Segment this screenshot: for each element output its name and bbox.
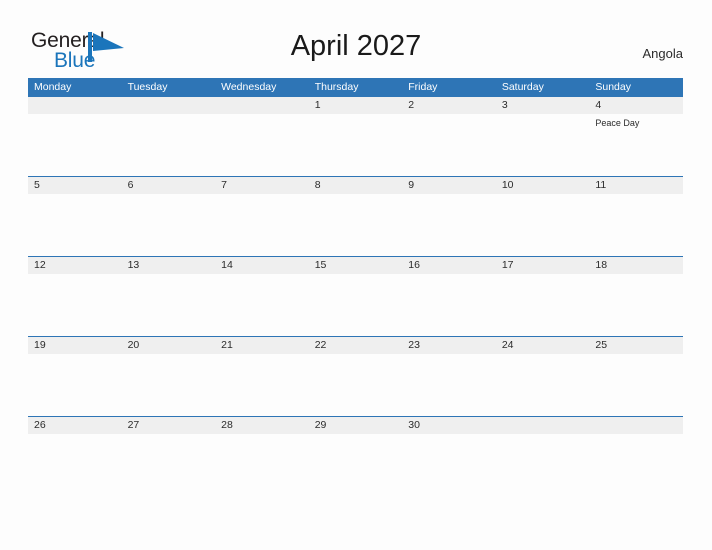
date-number[interactable]: 20 xyxy=(122,337,216,354)
day-cell[interactable] xyxy=(496,194,590,256)
week-event-band xyxy=(28,274,683,336)
page-header: General Blue April 2027 Angola xyxy=(0,0,712,78)
day-cell[interactable] xyxy=(309,194,403,256)
date-number[interactable]: 10 xyxy=(496,177,590,194)
calendar-week-row: 12 13 14 15 16 17 18 xyxy=(28,256,683,336)
day-cell[interactable] xyxy=(496,114,590,176)
day-cell[interactable] xyxy=(309,354,403,416)
week-date-band: 12 13 14 15 16 17 18 xyxy=(28,257,683,274)
date-number[interactable]: 22 xyxy=(309,337,403,354)
date-number[interactable]: 25 xyxy=(589,337,683,354)
date-number[interactable] xyxy=(215,97,309,114)
day-cell[interactable] xyxy=(215,274,309,336)
week-date-band: 5 6 7 8 9 10 11 xyxy=(28,177,683,194)
day-cell[interactable] xyxy=(309,114,403,176)
weekday-header-row: Monday Tuesday Wednesday Thursday Friday… xyxy=(28,78,683,96)
holiday-event[interactable]: Peace Day xyxy=(595,117,678,129)
calendar-week-row: 1 2 3 4 Peace Day xyxy=(28,96,683,176)
date-number[interactable]: 6 xyxy=(122,177,216,194)
day-cell[interactable] xyxy=(589,354,683,416)
day-cell[interactable] xyxy=(309,274,403,336)
date-number[interactable] xyxy=(589,417,683,434)
weekday-header-wednesday: Wednesday xyxy=(221,81,277,93)
day-cell[interactable] xyxy=(215,194,309,256)
day-cell[interactable] xyxy=(496,274,590,336)
date-number[interactable]: 23 xyxy=(402,337,496,354)
region-label: Angola xyxy=(642,46,683,61)
day-cell[interactable] xyxy=(215,434,309,496)
day-cell[interactable] xyxy=(402,194,496,256)
day-cell[interactable] xyxy=(589,274,683,336)
date-number[interactable]: 16 xyxy=(402,257,496,274)
day-cell[interactable] xyxy=(589,194,683,256)
date-number[interactable]: 17 xyxy=(496,257,590,274)
date-number[interactable]: 8 xyxy=(309,177,403,194)
date-number[interactable]: 3 xyxy=(496,97,590,114)
weekday-header-saturday: Saturday xyxy=(501,81,544,93)
date-number[interactable]: 18 xyxy=(589,257,683,274)
week-date-band: 19 20 21 22 23 24 25 xyxy=(28,337,683,354)
day-cell[interactable] xyxy=(402,434,496,496)
day-cell[interactable] xyxy=(28,194,122,256)
week-event-band: Peace Day xyxy=(28,114,683,176)
weekday-header-sunday: Sunday xyxy=(595,81,631,93)
date-number[interactable]: 13 xyxy=(122,257,216,274)
calendar-week-row: 5 6 7 8 9 10 11 xyxy=(28,176,683,256)
date-number[interactable]: 26 xyxy=(28,417,122,434)
calendar-week-row: 19 20 21 22 23 24 25 xyxy=(28,336,683,416)
weekday-header-thursday: Thursday xyxy=(314,81,359,93)
week-date-band: 26 27 28 29 30 xyxy=(28,417,683,434)
day-cell[interactable] xyxy=(402,114,496,176)
calendar-page: General Blue April 2027 Angola Monday Tu… xyxy=(0,0,712,550)
day-cell[interactable] xyxy=(28,354,122,416)
date-number[interactable]: 7 xyxy=(215,177,309,194)
date-number[interactable]: 27 xyxy=(122,417,216,434)
date-number[interactable]: 11 xyxy=(589,177,683,194)
date-number[interactable]: 1 xyxy=(309,97,403,114)
date-number[interactable]: 12 xyxy=(28,257,122,274)
weekday-header-friday: Friday xyxy=(408,81,438,93)
day-cell[interactable]: Peace Day xyxy=(589,114,683,176)
date-number[interactable] xyxy=(28,97,122,114)
date-number[interactable]: 9 xyxy=(402,177,496,194)
day-cell[interactable] xyxy=(496,434,590,496)
week-event-band xyxy=(28,354,683,416)
date-number[interactable]: 24 xyxy=(496,337,590,354)
calendar-grid: Monday Tuesday Wednesday Thursday Friday… xyxy=(28,78,683,496)
day-cell[interactable] xyxy=(402,274,496,336)
date-number[interactable]: 30 xyxy=(402,417,496,434)
day-cell[interactable] xyxy=(122,354,216,416)
day-cell[interactable] xyxy=(28,274,122,336)
date-number[interactable]: 29 xyxy=(309,417,403,434)
day-cell[interactable] xyxy=(309,434,403,496)
date-number[interactable]: 28 xyxy=(215,417,309,434)
week-date-band: 1 2 3 4 xyxy=(28,97,683,114)
day-cell[interactable] xyxy=(122,274,216,336)
week-event-band xyxy=(28,194,683,256)
day-cell[interactable] xyxy=(122,434,216,496)
weekday-header-monday: Monday xyxy=(34,81,72,93)
day-cell[interactable] xyxy=(28,434,122,496)
day-cell[interactable] xyxy=(28,114,122,176)
date-number[interactable]: 21 xyxy=(215,337,309,354)
date-number[interactable]: 15 xyxy=(309,257,403,274)
weekday-header-tuesday: Tuesday xyxy=(127,81,168,93)
date-number[interactable]: 5 xyxy=(28,177,122,194)
date-number[interactable]: 4 xyxy=(589,97,683,114)
date-number[interactable]: 19 xyxy=(28,337,122,354)
date-number[interactable]: 2 xyxy=(402,97,496,114)
week-event-band xyxy=(28,434,683,496)
calendar-week-row: 26 27 28 29 30 xyxy=(28,416,683,496)
day-cell[interactable] xyxy=(589,434,683,496)
day-cell[interactable] xyxy=(496,354,590,416)
date-number[interactable] xyxy=(496,417,590,434)
date-number[interactable]: 14 xyxy=(215,257,309,274)
date-number[interactable] xyxy=(122,97,216,114)
day-cell[interactable] xyxy=(215,114,309,176)
page-title: April 2027 xyxy=(290,30,422,62)
day-cell[interactable] xyxy=(402,354,496,416)
day-cell[interactable] xyxy=(122,114,216,176)
day-cell[interactable] xyxy=(122,194,216,256)
day-cell[interactable] xyxy=(215,354,309,416)
